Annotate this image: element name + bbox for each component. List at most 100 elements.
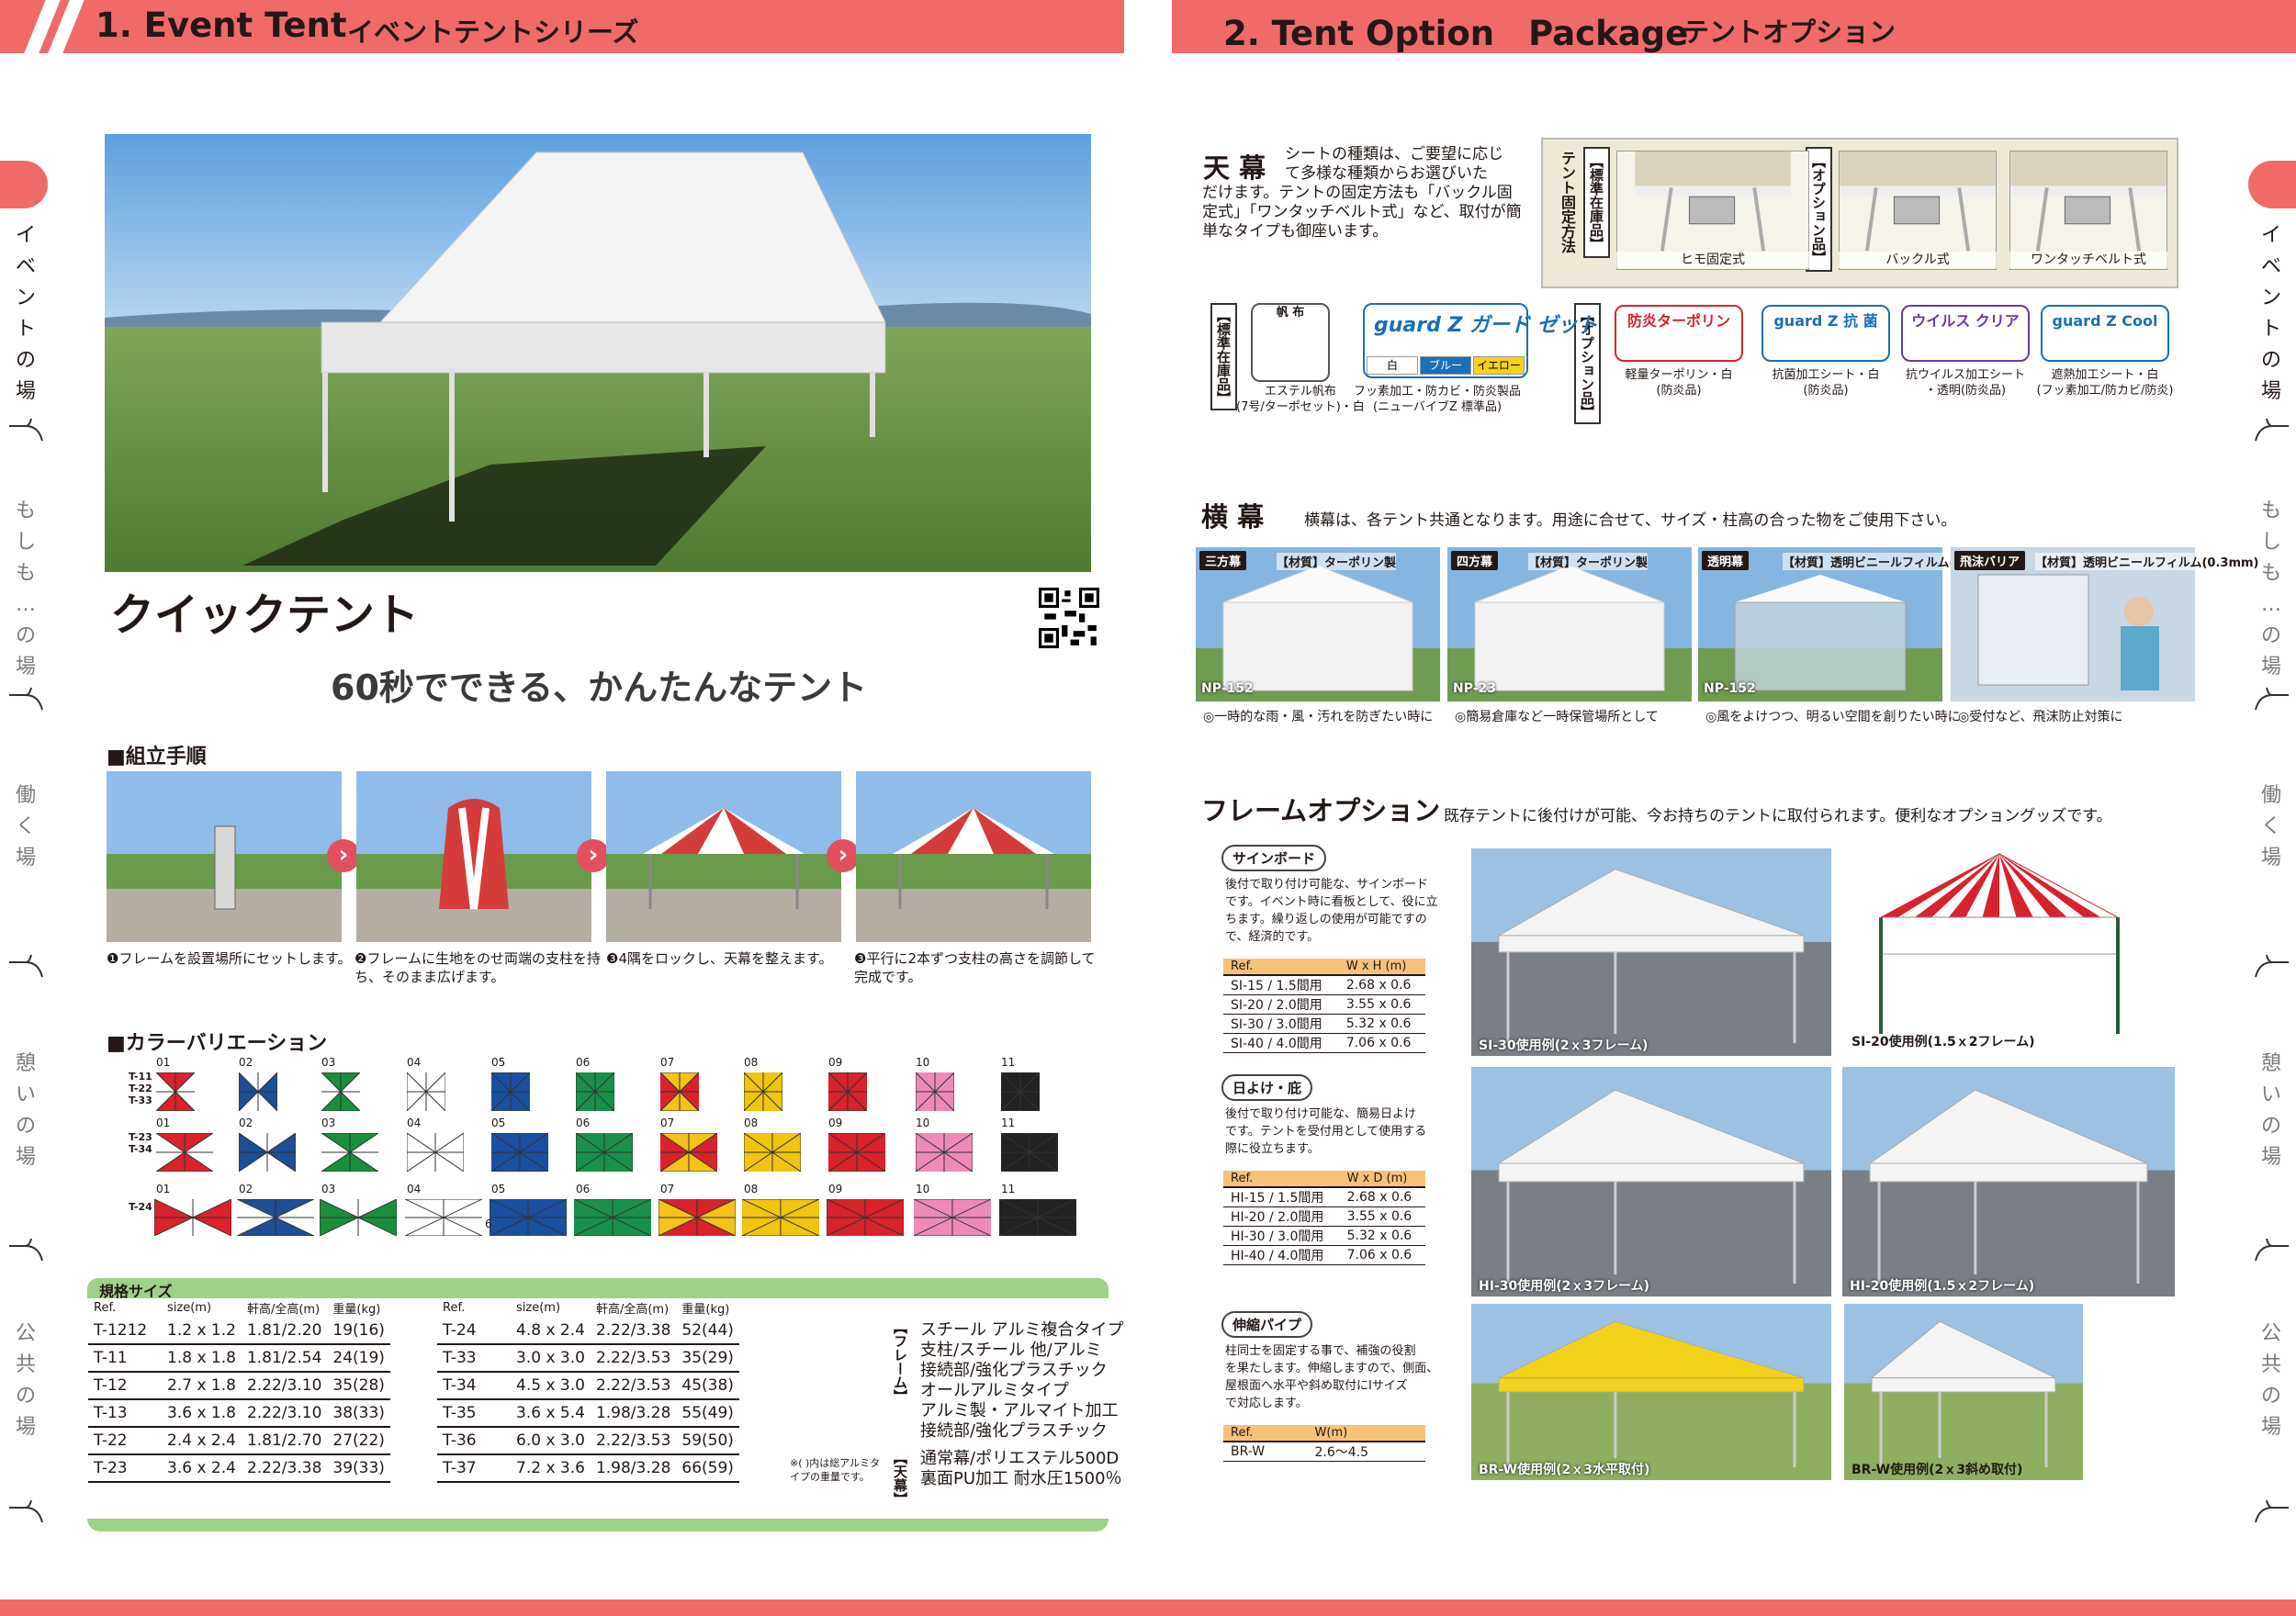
side-label-emergency[interactable]: もしも… の場 bbox=[7, 496, 44, 679]
table-cell: 2.68 x 0.6 bbox=[1338, 975, 1425, 995]
table-cell: T-12 bbox=[88, 1372, 162, 1400]
divider-icon bbox=[9, 687, 43, 711]
table-cell: 24(19) bbox=[327, 1344, 390, 1373]
table-cell: 2.22/3.53 bbox=[590, 1427, 677, 1455]
table-row: T-1212 1.2 x 1.2 1.81/2.20 19(16) bbox=[88, 1317, 390, 1345]
color-swatch bbox=[321, 1133, 378, 1172]
table-row: BR-W 2.6〜4.5 bbox=[1223, 1442, 1425, 1462]
option-sheet-badge-text: guard Z Cool bbox=[2052, 312, 2158, 330]
spec-column-header: Ref. bbox=[443, 1300, 466, 1315]
table-cell: T-22 bbox=[88, 1427, 162, 1455]
color-row-label: T-23 T-34 bbox=[129, 1131, 152, 1155]
swatch-number: 01 bbox=[156, 1183, 171, 1195]
table-cell: 3.6 x 5.4 bbox=[511, 1399, 591, 1428]
divider-icon bbox=[2255, 954, 2289, 978]
assembly-step-photo bbox=[356, 771, 591, 942]
color-swatch bbox=[156, 1072, 195, 1111]
table-row: T-37 7.2 x 3.6 1.98/3.28 66(59) bbox=[437, 1454, 739, 1483]
color-swatch bbox=[239, 1133, 296, 1172]
option-sheet-badge-text: guard Z 抗 菌 bbox=[1773, 312, 1878, 330]
table-cell: 5.32 x 0.6 bbox=[1338, 1014, 1425, 1034]
color-swatch bbox=[407, 1072, 445, 1111]
spec-column-header: 重量(kg) bbox=[332, 1302, 381, 1317]
table-cell: T-37 bbox=[437, 1454, 511, 1483]
table-cell: 38(33) bbox=[327, 1399, 390, 1428]
frame-option-photo bbox=[1471, 848, 1831, 1056]
assembly-step-caption: ❸4隅をロックし、天幕を整えます。 bbox=[606, 950, 833, 967]
side-label-relax[interactable]: 憩いの場 bbox=[7, 1049, 44, 1186]
color-swatch bbox=[660, 1133, 717, 1172]
qr-code-icon[interactable] bbox=[1039, 588, 1099, 648]
side-label-event[interactable]: イベントの場 bbox=[7, 220, 44, 404]
swatch-number: 05 bbox=[491, 1117, 506, 1129]
guardz-caption: フッ素加工・防カビ・防炎製品 (ニューバイブZ 標準品) bbox=[1354, 385, 1522, 414]
swatch-number: 11 bbox=[1001, 1183, 1016, 1195]
frame-option-desc-line: を果たします。伸縮しますので、側面、 bbox=[1225, 1362, 1439, 1375]
side-label-relax[interactable]: 憩いの場 bbox=[2253, 1049, 2290, 1186]
tenmaku-desc-line: 単なタイプも御座います。 bbox=[1202, 222, 1389, 241]
spec-column-header: size(m) bbox=[516, 1300, 561, 1315]
color-swatch bbox=[742, 1199, 819, 1236]
swatch-number: 11 bbox=[1001, 1056, 1016, 1069]
assembly-step-caption: ❶フレームを設置場所にセットします。 bbox=[107, 950, 352, 967]
table-cell: SI-30 / 3.0間用 bbox=[1223, 1014, 1339, 1034]
swatch-number: 08 bbox=[744, 1056, 759, 1069]
table-row: HI-30 / 3.0間用 5.32 x 0.6 bbox=[1223, 1226, 1425, 1246]
frame-option-photo-caption: BR-W使用例(2ｘ3斜め取付) bbox=[1851, 1463, 2023, 1477]
table-row: SI-15 / 1.5間用 2.68 x 0.6 bbox=[1223, 975, 1425, 995]
color-swatch bbox=[916, 1072, 954, 1111]
table-cell: HI-15 / 1.5間用 bbox=[1223, 1187, 1340, 1207]
frame-option-photo bbox=[1471, 1304, 1831, 1480]
header-right-subtitle: テントオプション bbox=[1683, 17, 1896, 48]
side-curtain-tag: 飛沫バリア bbox=[1954, 551, 2026, 570]
table-cell: HI-20 / 2.0間用 bbox=[1223, 1206, 1340, 1227]
table-cell: T-24 bbox=[437, 1317, 511, 1345]
side-label-event[interactable]: イベントの場 bbox=[2253, 220, 2290, 404]
frame-option-table: Ref. W(m) BR-W 2.6〜4.5 bbox=[1223, 1425, 1425, 1462]
side-curtain-photo bbox=[1698, 547, 1942, 701]
option-sheet-badge-text: ウイルス クリア bbox=[1911, 312, 2020, 330]
table-cell: 52(44) bbox=[676, 1317, 739, 1345]
option-badge: 【オプション品】 bbox=[1806, 147, 1832, 272]
divider-icon bbox=[9, 1499, 43, 1523]
side-label-public[interactable]: 公共の場 bbox=[7, 1319, 44, 1456]
table-row: T-24 4.8 x 2.4 2.22/3.38 52(44) bbox=[437, 1317, 739, 1345]
table-row: T-35 3.6 x 5.4 1.98/3.28 55(49) bbox=[437, 1399, 739, 1428]
table-cell: T-11 bbox=[88, 1344, 162, 1373]
table-cell: 59(50) bbox=[676, 1427, 739, 1455]
table-cell: 2.22/3.38 bbox=[590, 1317, 677, 1345]
swatch-number: 02 bbox=[239, 1117, 253, 1129]
swatch-number: 01 bbox=[156, 1117, 171, 1129]
side-label-work[interactable]: 働く場 bbox=[2253, 780, 2290, 891]
color-swatch bbox=[405, 1199, 482, 1236]
table-cell: 2.22/3.53 bbox=[590, 1372, 677, 1400]
color-swatch bbox=[490, 1199, 567, 1236]
active-tab-marker bbox=[0, 161, 48, 208]
table-row: T-12 2.7 x 1.8 2.22/3.10 35(28) bbox=[88, 1372, 390, 1400]
arrow-right-icon: › bbox=[827, 839, 860, 872]
divider-icon bbox=[2255, 1499, 2289, 1523]
option-sheet-badge-text: 防炎ターポリン bbox=[1626, 312, 1730, 330]
table-cell: 35(29) bbox=[676, 1344, 739, 1373]
fixing-method-label: ヒモ固定式 bbox=[1616, 252, 1809, 268]
side-label-public[interactable]: 公共の場 bbox=[2253, 1319, 2290, 1456]
table-row: HI-20 / 2.0間用 3.55 x 0.6 bbox=[1223, 1206, 1425, 1227]
frame-material-line: 支柱/スチール 他/アルミ bbox=[920, 1341, 1102, 1360]
product-name: クイックテント bbox=[110, 589, 420, 641]
table-cell: HI-30 / 3.0間用 bbox=[1223, 1226, 1340, 1246]
spec-note: ※( )内は総アルミタイプの重量です。 bbox=[790, 1457, 881, 1483]
side-label-work[interactable]: 働く場 bbox=[7, 780, 44, 891]
frame-option-col-header: W x H (m) bbox=[1338, 959, 1425, 976]
frame-option-col-header: Ref. bbox=[1223, 1171, 1340, 1188]
spec-title-bar bbox=[87, 1278, 1109, 1298]
table-cell: 4.8 x 2.4 bbox=[511, 1317, 591, 1345]
table-cell: 7.06 x 0.6 bbox=[1339, 1245, 1425, 1265]
table-cell: 45(38) bbox=[676, 1372, 739, 1400]
swatch-number: 01 bbox=[156, 1056, 171, 1069]
side-label-emergency[interactable]: もしも… の場 bbox=[2253, 496, 2290, 679]
side-curtain-material: 【材質】ターポリン製 bbox=[1528, 553, 1649, 570]
table-cell: T-23 bbox=[88, 1454, 162, 1483]
side-curtain-photo bbox=[1196, 547, 1440, 701]
table-cell: 6.0 x 3.0 bbox=[511, 1427, 591, 1455]
swatch-number: 06 bbox=[576, 1117, 591, 1129]
